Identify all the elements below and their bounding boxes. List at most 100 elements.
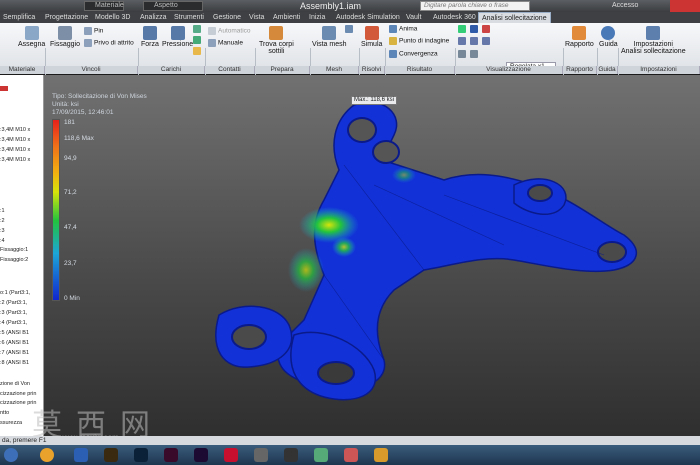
bearing-button[interactable] xyxy=(193,47,203,55)
browser-item[interactable]: :8 (ANSI B1 xyxy=(0,360,29,366)
browser-item[interactable]: :4 (Part3:1, xyxy=(0,320,27,326)
trova-corpi-sottili-button[interactable]: Trova corpi sottili xyxy=(259,26,294,55)
report-icon xyxy=(572,26,587,40)
browser-item[interactable]: :1 xyxy=(0,208,5,214)
tab-strumenti[interactable]: Strumenti xyxy=(171,12,207,23)
tab-semplifica[interactable]: Semplifica xyxy=(0,12,38,23)
simulate-icon xyxy=(364,26,379,40)
mesh-display-button[interactable] xyxy=(470,50,480,58)
indesign-icon[interactable] xyxy=(164,448,178,462)
start-icon[interactable] xyxy=(4,448,18,462)
pressure-icon xyxy=(170,26,185,40)
chrome-icon[interactable] xyxy=(40,448,54,462)
browser-item[interactable]: :4 xyxy=(0,238,5,244)
anima-button[interactable]: Anima xyxy=(389,25,417,33)
tab-vault[interactable]: Vault xyxy=(403,12,424,23)
account-link[interactable]: Accesso xyxy=(612,0,638,12)
status-bar: da, premere F1 xyxy=(0,436,700,445)
min-button[interactable] xyxy=(470,37,480,45)
assegna-button[interactable]: Assegna xyxy=(18,26,45,48)
browser-item[interactable]: :6 (ANSI B1 xyxy=(0,340,29,346)
tab-progettazione[interactable]: Progettazione xyxy=(42,12,91,23)
browser-item[interactable]: cizzazione prin xyxy=(0,400,36,406)
browser-item[interactable]: :3 xyxy=(0,228,5,234)
browser-item[interactable]: :2 (Part3:1, xyxy=(0,300,27,306)
color-bar-button[interactable] xyxy=(458,25,468,33)
punto-indagine-button[interactable]: Punto di indagine xyxy=(389,37,449,45)
max-button[interactable] xyxy=(458,37,468,45)
smooth-button[interactable] xyxy=(482,25,492,33)
browser-item[interactable]: cizzazione prin xyxy=(0,391,36,397)
tab-analizza[interactable]: Analizza xyxy=(137,12,169,23)
tab-gestione[interactable]: Gestione xyxy=(210,12,244,23)
gravity-button[interactable] xyxy=(193,25,203,33)
impostazioni-button[interactable]: Impostazioni Analisi sollecitazione xyxy=(621,26,686,55)
browser-item[interactable]: :5 (ANSI B1 xyxy=(0,330,29,336)
vista-mesh-button[interactable]: Vista mesh xyxy=(312,26,347,48)
browser-item[interactable]: :3,4M M10 x xyxy=(0,157,30,163)
boundary-button[interactable] xyxy=(482,37,492,45)
convergenza-button[interactable]: Convergenza xyxy=(389,50,438,58)
max-icon xyxy=(458,37,466,45)
photoshop-icon[interactable] xyxy=(134,448,148,462)
forza-button[interactable]: Forza xyxy=(141,26,159,48)
moment-button[interactable] xyxy=(193,36,203,44)
rapporto-button[interactable]: Rapporto xyxy=(565,26,594,48)
shading-button[interactable] xyxy=(470,25,480,33)
tab-vista[interactable]: Vista xyxy=(246,12,267,23)
aftereffects-icon[interactable] xyxy=(194,448,208,462)
app-icon[interactable] xyxy=(314,448,328,462)
fissaggio-button[interactable]: Fissaggio xyxy=(50,26,80,48)
manual-contact-icon xyxy=(208,39,216,47)
pressione-button[interactable]: Pressione xyxy=(162,26,193,48)
browser-item[interactable]: Fissaggio:2 xyxy=(0,257,28,263)
browser-item[interactable]: :7 (ANSI B1 xyxy=(0,350,29,356)
browser-menu-icon[interactable] xyxy=(0,86,8,91)
app-icon[interactable] xyxy=(284,448,298,462)
manuale-button[interactable]: Manuale xyxy=(208,39,243,47)
browser-item[interactable]: Fissaggio:1 xyxy=(0,247,28,253)
search-input[interactable]: Digitare parola chiave o frase xyxy=(420,1,530,11)
pin-button[interactable]: Pin xyxy=(84,27,103,35)
convergence-icon xyxy=(389,50,397,58)
stress-model[interactable] xyxy=(44,75,700,440)
tab-autodesk-360[interactable]: Autodesk 360 xyxy=(430,12,479,23)
word-icon[interactable] xyxy=(74,448,88,462)
tab-modello-3d[interactable]: Modello 3D xyxy=(92,12,133,23)
app-icon[interactable] xyxy=(254,448,268,462)
inventor-icon[interactable] xyxy=(344,448,358,462)
acrobat-icon[interactable] xyxy=(224,448,238,462)
browser-item[interactable]: ntto xyxy=(0,410,9,416)
automatico-button[interactable]: Automatico xyxy=(208,27,251,35)
animate-icon xyxy=(389,25,397,33)
browser-item[interactable]: zione di Von xyxy=(0,381,30,387)
tab-autodesk-simulation[interactable]: Autodesk Simulation xyxy=(333,12,403,23)
tab-ambienti[interactable]: Ambienti xyxy=(270,12,303,23)
moment-icon xyxy=(193,36,201,44)
graphics-viewport[interactable]: Tipo: Sollecitazione di Von Mises Unità:… xyxy=(44,75,700,440)
frictionless-icon xyxy=(84,39,92,47)
close-icon[interactable] xyxy=(670,0,700,12)
browser-item[interactable]: :3 (Part3:1, xyxy=(0,310,27,316)
window-title: Assembly1.iam xyxy=(300,1,362,11)
help-icon xyxy=(601,26,616,40)
ribbon-panel: Assegna Fissaggio Pin Privo di attrito F… xyxy=(0,23,700,88)
guida-button[interactable]: Guida xyxy=(599,26,618,48)
mesh-settings-button[interactable] xyxy=(345,25,355,33)
browser-item[interactable]: :3,4M M10 x xyxy=(0,147,30,153)
browser-item[interactable]: :3,4M M10 x xyxy=(0,137,30,143)
displacement-button[interactable] xyxy=(458,50,468,58)
browser-item[interactable]: o:1 (Part3:1, xyxy=(0,290,30,296)
illustrator-icon[interactable] xyxy=(104,448,118,462)
color-bar-icon xyxy=(458,25,466,33)
simula-button[interactable]: Simula xyxy=(361,26,382,48)
tab-inizia[interactable]: Inizia xyxy=(306,12,328,23)
app-icon[interactable] xyxy=(374,448,388,462)
material-combo[interactable]: Materiale xyxy=(84,1,124,11)
privo-attrito-button[interactable]: Privo di attrito xyxy=(84,39,134,47)
browser-item[interactable]: ssurezza xyxy=(0,420,22,426)
appearance-combo[interactable]: Aspetto xyxy=(143,1,203,11)
browser-item[interactable]: :2 xyxy=(0,218,5,224)
browser-item[interactable]: :3,4M M10 x xyxy=(0,127,30,133)
tab-analisi-sollecitazione[interactable]: Analisi sollecitazione xyxy=(478,12,551,23)
